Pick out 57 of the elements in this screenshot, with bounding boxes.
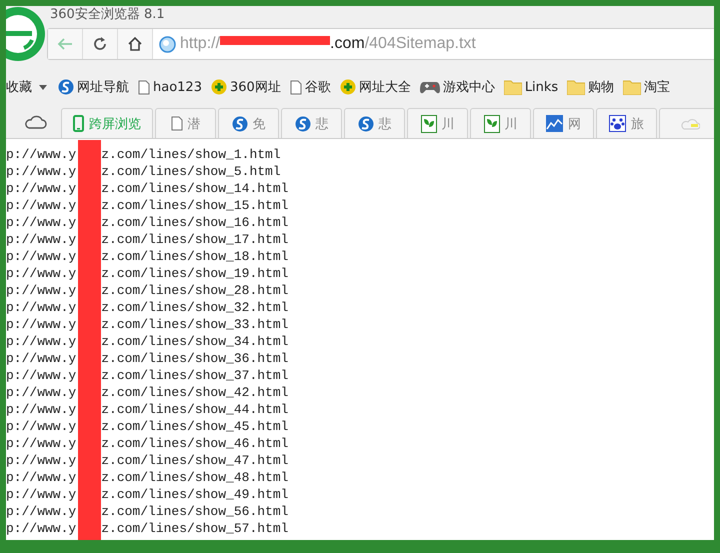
bookmark-link[interactable]: 购物 (588, 78, 614, 96)
url-text: p://www.y (6, 486, 76, 503)
url-text: p://www.y (6, 265, 76, 282)
url-text: z.com/lines/show_17.html (101, 231, 288, 248)
url-text: p://www.y (6, 214, 76, 231)
bookmark-link[interactable]: 360网址 (230, 78, 281, 96)
url-text: z.com/lines/show_48.html (101, 469, 288, 486)
url-text: z.com/lines/show_14.html (101, 180, 288, 197)
url-text: z.com/lines/show_15.html (101, 197, 288, 214)
url-text: z.com/lines/show_18.html (101, 248, 288, 265)
url-text: z.com/lines/show_47.html (101, 452, 288, 469)
url-text: p://www.y (6, 197, 76, 214)
bookmark-link[interactable]: 谷歌 (304, 78, 331, 96)
bookmark-link[interactable]: 游戏中心 (442, 78, 495, 96)
url-text: z.com/lines/show_44.html (101, 401, 288, 418)
url-text: z.com/lines/show_34.html (101, 333, 288, 350)
url-text: z.com/lines/show_16.html (101, 214, 288, 231)
url-text: p://www.y (6, 282, 76, 299)
url-text: p://www.y (6, 248, 76, 265)
favorites-menu[interactable]: 收藏 (6, 78, 32, 96)
url-text: p://www.y (6, 367, 76, 384)
url-text: p://www.y (6, 333, 76, 350)
url-text: z.com/lines/show_45.html (101, 418, 288, 435)
url-text: p://www.y (6, 299, 76, 316)
bookmark-link[interactable]: 网址导航 (77, 78, 129, 96)
url-text: z.com/lines/show_28.html (101, 282, 288, 299)
url-text: z.com/lines/show_19.html (101, 265, 288, 282)
url-text: z.com/lines/show_46.html (101, 435, 288, 452)
url-text: p://www.y (6, 435, 76, 452)
bookmark-link[interactable]: 网址大全 (358, 78, 411, 96)
url-text: p://www.y (6, 520, 76, 537)
url-text: z.com/lines/show_42.html (101, 384, 288, 401)
url-text: z.com/lines/show_33.html (101, 316, 288, 333)
url-text: p://www.y (6, 418, 76, 435)
url-text: p://www.y (6, 146, 76, 163)
url-text: p://www.y (6, 469, 76, 486)
url-text: p://www.y (6, 350, 76, 367)
bookmark-link[interactable]: hao123 (153, 80, 202, 94)
url-text: p://www.y (6, 316, 76, 333)
url-text: p://www.y (6, 163, 76, 180)
url-text: p://www.y (6, 503, 76, 520)
url-text: p://www.y (6, 231, 76, 248)
url-text: z.com/lines/show_36.html (101, 350, 288, 367)
url-text: z.com/lines/show_1.html (101, 146, 281, 163)
bookmark-link[interactable]: 淘宝 (644, 78, 670, 96)
url-text: z.com/lines/show_56.html (101, 503, 288, 520)
window-title: 360安全浏览器 8.1 (50, 6, 166, 24)
bookmark-link[interactable]: Links (524, 80, 558, 94)
url-text: z.com/lines/show_57.html (101, 520, 288, 537)
url-text: p://www.y (6, 180, 76, 197)
url-text: p://www.y (6, 384, 76, 401)
url-text: z.com/lines/show_5.html (101, 163, 281, 180)
url-text: p://www.y (6, 452, 76, 469)
url-text: z.com/lines/show_49.html (101, 486, 288, 503)
url-text: z.com/lines/show_32.html (101, 299, 288, 316)
url-text: p://www.y (6, 401, 76, 418)
url-text: z.com/lines/show_37.html (101, 367, 288, 384)
